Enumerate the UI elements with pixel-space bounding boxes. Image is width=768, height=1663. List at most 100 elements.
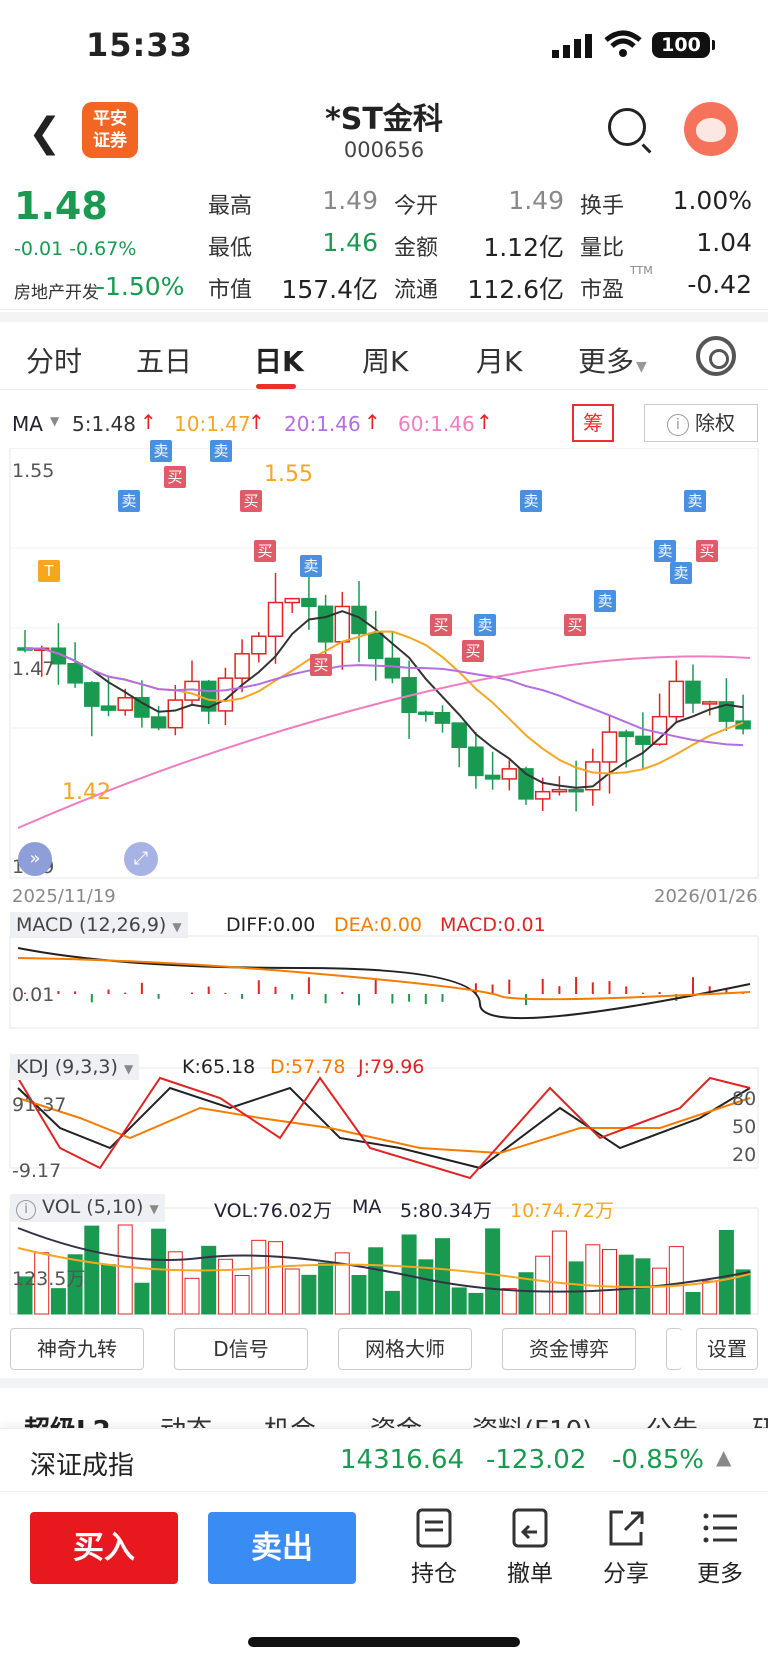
y-axis-mid: 1.47 bbox=[12, 658, 55, 680]
candle-body bbox=[668, 680, 685, 718]
kdj-level-80: 80 bbox=[732, 1088, 757, 1110]
cancel-order-label: 撤单 bbox=[507, 1561, 553, 1587]
back-icon[interactable]: ❮ bbox=[28, 110, 62, 156]
volume-bar bbox=[268, 1241, 283, 1315]
kdj-axis-top: 91.37 bbox=[12, 1094, 67, 1116]
candle-body bbox=[150, 716, 167, 729]
buy-signal-marker[interactable]: 买 bbox=[696, 540, 718, 562]
kdj-header: KDJ (9,3,3) ▼ K:65.18 D:57.78 J:79.96 bbox=[10, 1054, 768, 1084]
sell-signal-marker[interactable]: 卖 bbox=[684, 490, 706, 512]
wifi-icon bbox=[604, 30, 642, 57]
expand-left-icon[interactable]: » bbox=[18, 842, 52, 876]
magic-nine-button[interactable]: 神奇九转 bbox=[10, 1328, 144, 1370]
candle-body bbox=[251, 635, 267, 655]
macd-selector[interactable]: MACD (12,26,9) ▼ bbox=[10, 912, 188, 938]
stat-value: -0.42 bbox=[687, 270, 752, 299]
candle-body bbox=[468, 746, 484, 777]
tab-monthly-k[interactable]: 月K bbox=[476, 340, 522, 380]
buy-signal-marker[interactable]: 买 bbox=[462, 640, 484, 662]
fullscreen-icon[interactable]: ⤢ bbox=[124, 842, 158, 876]
share-button[interactable]: 分享 bbox=[588, 1508, 664, 1588]
tab-five-day[interactable]: 五日 bbox=[136, 340, 192, 380]
tab-reports[interactable]: 研报 bbox=[752, 1410, 768, 1428]
more-tools-button[interactable] bbox=[666, 1328, 682, 1370]
info-icon: i bbox=[16, 1200, 36, 1220]
chip-distribution-button[interactable]: 筹 bbox=[572, 404, 614, 442]
sell-signal-marker[interactable]: 卖 bbox=[210, 440, 232, 462]
candle-body bbox=[367, 632, 384, 660]
stat-value: 112.6亿 bbox=[467, 275, 564, 304]
volume-bar bbox=[551, 1230, 567, 1315]
ma-dropdown-icon[interactable]: ▼ bbox=[50, 414, 59, 428]
buy-signal-marker[interactable]: 买 bbox=[164, 466, 186, 488]
sector-label[interactable]: 房地产开发 bbox=[14, 278, 99, 303]
buy-signal-marker[interactable]: 买 bbox=[564, 614, 586, 636]
stock-header: ❮ 平安 证券 *ST金科 000656 bbox=[0, 90, 768, 172]
buy-signal-marker[interactable]: 买 bbox=[254, 540, 276, 562]
volume-bar bbox=[535, 1255, 551, 1315]
arrow-up-icon: ↑ bbox=[476, 410, 493, 434]
sell-signal-marker[interactable]: 卖 bbox=[118, 490, 140, 512]
stat-label: 市盈 bbox=[580, 278, 625, 303]
sell-signal-marker[interactable]: 卖 bbox=[150, 440, 172, 462]
tab-f10[interactable]: 资料(F10) bbox=[472, 1410, 592, 1428]
sector-change[interactable]: -1.50% bbox=[96, 272, 184, 301]
volume-bar bbox=[501, 1288, 517, 1315]
stat-label: 量比 bbox=[580, 236, 625, 261]
candle-body bbox=[618, 731, 634, 738]
t-signal-marker[interactable]: T bbox=[38, 560, 60, 582]
tab-announcements[interactable]: 公告 bbox=[646, 1410, 698, 1428]
d-signal-button[interactable]: D信号 bbox=[174, 1328, 308, 1370]
stat-value: 1.04 bbox=[696, 228, 752, 257]
tab-intraday[interactable]: 分时 bbox=[26, 340, 82, 380]
volume-bar bbox=[485, 1228, 501, 1315]
tab-level2[interactable]: 超级L2 bbox=[24, 1410, 111, 1428]
ma-title[interactable]: MA bbox=[12, 412, 43, 436]
market-index-bar[interactable]: 深证成指 14316.64 -123.02 -0.85% ▲ bbox=[0, 1428, 768, 1492]
candle-body bbox=[84, 682, 100, 707]
more-button[interactable]: 更多 bbox=[682, 1508, 758, 1588]
fund-game-button[interactable]: 资金博弈 bbox=[502, 1328, 636, 1370]
assistant-avatar-icon[interactable] bbox=[684, 102, 738, 156]
stat-value: 1.12亿 bbox=[483, 233, 564, 262]
tab-weekly-k[interactable]: 周K bbox=[362, 340, 408, 380]
kdj-selector[interactable]: KDJ (9,3,3) ▼ bbox=[10, 1054, 140, 1080]
candle-body bbox=[67, 663, 83, 684]
tab-news[interactable]: 动态 bbox=[160, 1410, 212, 1428]
tab-opportunity[interactable]: 机会 bbox=[264, 1410, 316, 1428]
section-divider bbox=[0, 1378, 768, 1388]
ma60-value: 60:1.46 bbox=[398, 412, 475, 436]
gear-icon[interactable] bbox=[696, 336, 736, 376]
search-icon[interactable] bbox=[608, 108, 646, 146]
candle-body bbox=[384, 657, 401, 679]
tab-daily-k[interactable]: 日K bbox=[254, 340, 304, 380]
buy-signal-marker[interactable]: 买 bbox=[310, 654, 332, 676]
ex-rights-button[interactable]: i 除权 bbox=[644, 404, 758, 442]
cancel-order-button[interactable]: 撤单 bbox=[492, 1508, 568, 1588]
sell-signal-marker[interactable]: 卖 bbox=[654, 540, 676, 562]
sell-button[interactable]: 卖出 bbox=[208, 1512, 356, 1584]
sell-signal-marker[interactable]: 卖 bbox=[474, 614, 496, 636]
more-label: 更多 bbox=[697, 1561, 743, 1587]
settings-button[interactable]: 设置 bbox=[696, 1328, 758, 1370]
volume-bar bbox=[685, 1291, 701, 1315]
tab-more[interactable]: 更多 ▼ bbox=[578, 340, 647, 380]
stat-label: 流通 bbox=[394, 278, 439, 303]
vol-selector[interactable]: i VOL (5,10) ▼ bbox=[10, 1194, 165, 1222]
stat-label: 最高 bbox=[208, 194, 253, 219]
sell-signal-marker[interactable]: 卖 bbox=[300, 555, 322, 577]
chevron-up-icon[interactable]: ▲ bbox=[716, 1445, 731, 1469]
end-date: 2026/01/26 bbox=[654, 886, 758, 907]
tab-funds[interactable]: 资金 bbox=[370, 1410, 422, 1428]
grid-master-button[interactable]: 网格大师 bbox=[338, 1328, 472, 1370]
volume-bar bbox=[84, 1225, 100, 1315]
holdings-button[interactable]: 持仓 bbox=[396, 1508, 472, 1588]
sell-signal-marker[interactable]: 卖 bbox=[594, 590, 616, 612]
vol-ma10: 10:74.72万 bbox=[510, 1200, 614, 1222]
sell-signal-marker[interactable]: 卖 bbox=[520, 490, 542, 512]
buy-button[interactable]: 买入 bbox=[30, 1512, 178, 1584]
sell-signal-marker[interactable]: 卖 bbox=[670, 562, 692, 584]
high-price-label: 1.55 bbox=[264, 462, 313, 487]
buy-signal-marker[interactable]: 买 bbox=[240, 490, 262, 512]
buy-signal-marker[interactable]: 买 bbox=[430, 614, 452, 636]
